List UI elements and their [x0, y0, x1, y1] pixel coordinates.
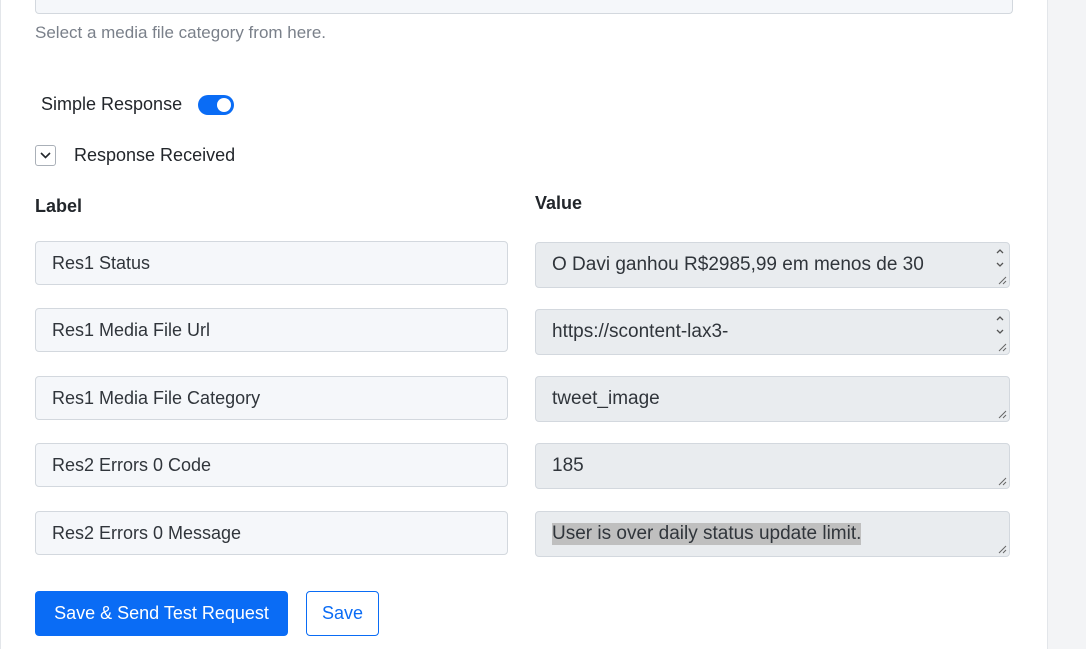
- resize-handle-icon[interactable]: [998, 410, 1007, 419]
- resize-handle-icon[interactable]: [998, 545, 1007, 554]
- response-received-row: Response Received: [35, 145, 235, 166]
- value-text-selected: User is over daily status update limit.: [552, 523, 862, 545]
- response-received-label: Response Received: [74, 145, 236, 165]
- chevron-down-icon: [40, 152, 51, 159]
- value-field[interactable]: O Davi ganhou R$2985,99 em menos de 30: [535, 242, 1010, 288]
- simple-response-row: Simple Response: [41, 94, 235, 115]
- value-field[interactable]: 185: [535, 443, 1010, 489]
- simple-response-label: Simple Response: [41, 94, 183, 114]
- value-field[interactable]: https://scontent-lax3-: [535, 309, 1010, 355]
- media-category-hint: Select a media file category from here.: [35, 23, 327, 42]
- media-category-select[interactable]: [35, 0, 1013, 14]
- save-and-send-test-request-button[interactable]: Save & Send Test Request: [35, 591, 288, 636]
- response-received-collapse-button[interactable]: [35, 145, 56, 166]
- response-panel: Select a media file category from here. …: [0, 0, 1048, 649]
- save-button[interactable]: Save: [306, 591, 379, 636]
- label-field[interactable]: Res1 Status: [35, 241, 508, 285]
- value-field[interactable]: tweet_image: [535, 376, 1010, 422]
- value-text: https://scontent-lax3-: [552, 321, 729, 342]
- label-column-header: Label: [35, 196, 83, 216]
- value-column-header: Value: [535, 193, 583, 213]
- value-text: 185: [552, 455, 584, 476]
- scroll-arrows-icon[interactable]: [993, 245, 1007, 275]
- toggle-knob: [217, 97, 232, 112]
- label-field[interactable]: Res1 Media File Category: [35, 376, 508, 420]
- resize-handle-icon[interactable]: [998, 276, 1007, 285]
- simple-response-toggle[interactable]: [198, 94, 235, 115]
- resize-handle-icon[interactable]: [998, 343, 1007, 352]
- resize-handle-icon[interactable]: [998, 477, 1007, 486]
- label-field[interactable]: Res2 Errors 0 Code: [35, 443, 508, 487]
- label-field[interactable]: Res2 Errors 0 Message: [35, 511, 508, 555]
- value-field[interactable]: User is over daily status update limit.: [535, 511, 1010, 557]
- value-text: tweet_image: [552, 388, 660, 409]
- label-field[interactable]: Res1 Media File Url: [35, 308, 508, 352]
- scroll-arrows-icon[interactable]: [993, 312, 1007, 342]
- value-text: O Davi ganhou R$2985,99 em menos de 30: [552, 254, 924, 275]
